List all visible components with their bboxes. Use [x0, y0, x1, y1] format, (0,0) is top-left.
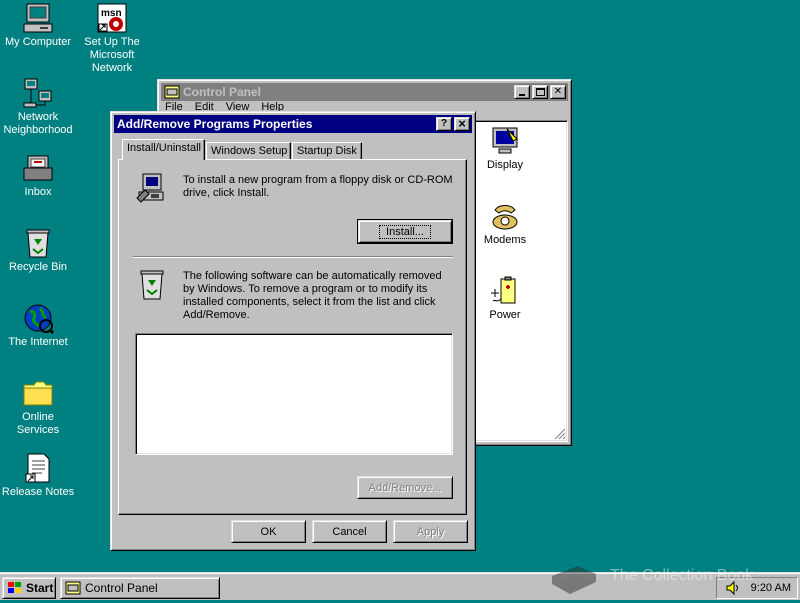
add-remove-button[interactable]: Add/Remove... — [357, 476, 453, 499]
uninstall-instructions: The following software can be automatica… — [183, 270, 442, 321]
cp-item-power[interactable]: Power — [480, 275, 530, 321]
system-tray: 9:20 AM — [716, 577, 798, 599]
install-computer-icon — [135, 172, 169, 206]
section-divider — [133, 256, 453, 258]
desktop-icon-network-neighborhood[interactable]: Network Neighborhood — [0, 77, 76, 137]
desktop-icon-my-computer[interactable]: My Computer — [0, 2, 76, 49]
desktop-icon-label: Recycle Bin — [8, 261, 68, 273]
maximize-icon — [535, 88, 545, 96]
close-button[interactable]: ✕ — [550, 85, 566, 99]
add-remove-programs-dialog[interactable]: Add/Remove Programs Properties ? × Insta… — [110, 111, 476, 551]
resize-grip-icon[interactable] — [554, 428, 566, 440]
inbox-icon — [22, 152, 54, 184]
control-panel-title: Control Panel — [183, 85, 262, 99]
dialog-title: Add/Remove Programs Properties — [117, 117, 313, 131]
cp-item-label: Power — [489, 309, 521, 321]
desktop-icon-label: My Computer — [4, 36, 72, 48]
cp-item-modems[interactable]: Modems — [480, 200, 530, 246]
help-button[interactable]: ? — [436, 117, 452, 131]
desktop-icon-inbox[interactable]: Inbox — [0, 152, 76, 199]
windows-logo-icon — [7, 581, 23, 595]
desktop-icon-msn-setup[interactable]: msn Set Up The Microsoft Network — [74, 2, 150, 75]
desktop-icon-label: Set Up The Microsoft Network — [84, 36, 140, 74]
installed-programs-list[interactable] — [135, 333, 453, 455]
tab-startup-disk[interactable]: Startup Disk — [292, 142, 362, 160]
start-button[interactable]: Start — [2, 577, 56, 599]
tab-windows-setup[interactable]: Windows Setup — [206, 142, 291, 160]
tab-label: Startup Disk — [297, 145, 357, 157]
taskbar-button-control-panel[interactable]: Control Panel — [60, 577, 220, 599]
speaker-icon[interactable] — [725, 580, 741, 596]
start-label: Start — [26, 581, 54, 595]
display-icon — [489, 125, 521, 157]
tab-label: Install/Uninstall — [127, 142, 201, 154]
desktop-icon-label: Release Notes — [1, 486, 75, 498]
desktop-icon-label: The Internet — [8, 336, 68, 348]
help-icon: ? — [440, 118, 448, 129]
taskbar: Start Control Panel 9:20 AM — [0, 572, 800, 600]
desktop-icon-release-notes[interactable]: Release Notes — [0, 452, 76, 499]
cp-item-display[interactable]: Display — [480, 125, 530, 171]
control-panel-app-icon — [65, 581, 81, 595]
modem-phone-icon — [489, 200, 521, 232]
install-instructions: To install a new program from a floppy d… — [183, 174, 453, 199]
cp-item-label: Display — [486, 159, 524, 171]
minimize-icon — [519, 94, 525, 96]
desktop-icon-label: Inbox — [24, 186, 52, 198]
minimize-button[interactable] — [514, 85, 530, 99]
msn-icon: msn — [96, 2, 128, 34]
desktop-icon-label: Network Neighborhood — [3, 111, 73, 136]
uninstall-recycle-icon — [135, 267, 169, 301]
dialog-close-button[interactable]: × — [454, 117, 470, 131]
apply-button[interactable]: Apply — [393, 520, 468, 543]
maximize-button[interactable] — [532, 85, 548, 99]
clock[interactable]: 9:20 AM — [751, 582, 791, 594]
desktop-icon-recycle-bin[interactable]: Recycle Bin — [0, 227, 76, 274]
desktop-icon-label: Online Services — [16, 411, 60, 436]
cancel-button[interactable]: Cancel — [312, 520, 387, 543]
folder-icon — [22, 377, 54, 409]
tab-label: Windows Setup — [211, 145, 288, 157]
cp-item-label: Modems — [483, 234, 527, 246]
ok-button[interactable]: OK — [231, 520, 306, 543]
computer-icon — [22, 2, 54, 34]
close-icon: ✕ — [553, 86, 563, 97]
install-button-label: Install... — [379, 224, 431, 239]
power-icon — [489, 275, 521, 307]
desktop-icon-the-internet[interactable]: The Internet — [0, 302, 76, 349]
tab-page-install-uninstall: To install a new program from a floppy d… — [118, 159, 467, 515]
desktop-icon-online-services[interactable]: Online Services — [0, 377, 76, 437]
network-icon — [22, 77, 54, 109]
control-panel-titlebar[interactable]: Control Panel ✕ — [161, 83, 568, 101]
control-panel-app-icon — [164, 85, 180, 99]
install-button[interactable]: Install... — [357, 219, 453, 244]
dialog-titlebar[interactable]: Add/Remove Programs Properties ? × — [114, 115, 472, 133]
tab-install-uninstall[interactable]: Install/Uninstall — [122, 139, 205, 160]
taskbar-button-label: Control Panel — [85, 581, 158, 595]
svg-text:msn: msn — [101, 8, 122, 19]
internet-globe-icon — [22, 302, 55, 335]
document-shortcut-icon — [22, 452, 54, 484]
close-icon: × — [458, 116, 466, 131]
recycle-bin-icon — [22, 227, 54, 259]
